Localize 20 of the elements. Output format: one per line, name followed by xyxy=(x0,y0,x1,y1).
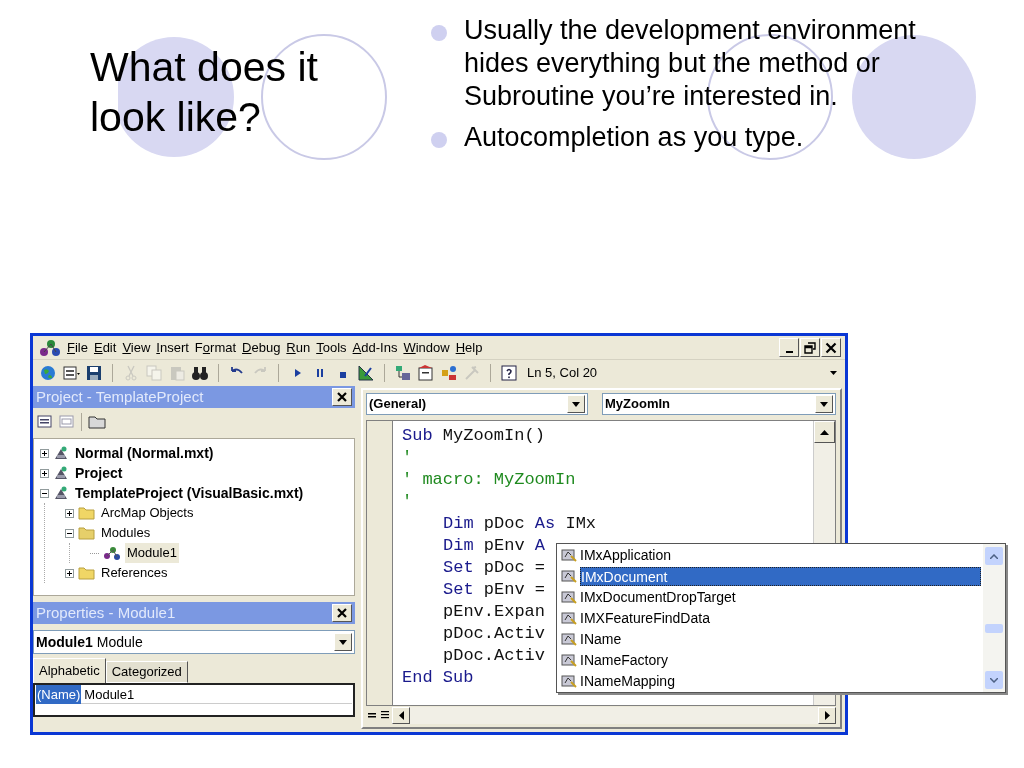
code-line: Set pEnv = xyxy=(442,579,546,601)
code-line: End Sub xyxy=(402,667,474,689)
pane-title: Properties - Module1 xyxy=(36,602,176,623)
code-line: ' xyxy=(402,447,413,469)
code-line: pEnv.Expan xyxy=(442,601,546,623)
code-line: pDoc.Activ xyxy=(442,623,546,645)
code-line: Set pDoc = xyxy=(442,557,546,579)
cursor-position: Ln 5, Col 20 xyxy=(527,364,598,383)
bullet-text: Autocompletion as you type. xyxy=(464,121,805,154)
object-type: Module xyxy=(96,632,144,652)
code-line: pDoc.Activ xyxy=(442,645,546,667)
code-line: ' xyxy=(402,491,413,513)
slide-title: What does it look like? xyxy=(90,43,319,142)
code-line: Dim pDoc As IMx xyxy=(442,513,597,535)
code-line: Dim pEnv A xyxy=(442,535,546,557)
pane-title: Project - TemplateProject xyxy=(36,386,204,407)
code-line: Sub MyZoomIn() xyxy=(402,425,545,447)
bullet-text: Usually the development environment hides everything but the method or Subroutine you’re interested in. xyxy=(464,14,917,113)
code-line: ' macro: MyZoomIn xyxy=(402,469,576,491)
object-name: Module1 xyxy=(36,632,93,652)
